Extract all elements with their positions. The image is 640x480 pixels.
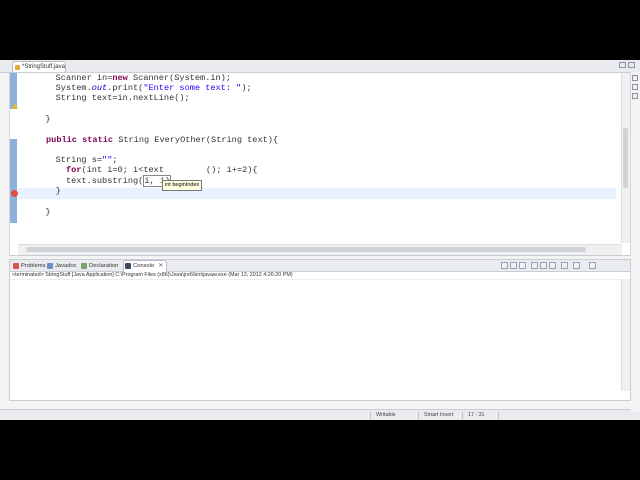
code-text: } [35,114,51,124]
status-bar: Writable Smart Insert 17 : 31 [0,409,640,420]
scroll-lock-icon[interactable] [540,262,547,269]
tab-console[interactable]: Console ✕ [123,260,168,272]
console-scrollbar[interactable] [621,279,630,391]
pin-console-icon[interactable] [549,262,556,269]
java-file-icon [15,65,20,70]
tab-declaration[interactable]: Declaration [80,261,118,271]
code-line: String s=""; [35,155,118,165]
code-text: String s= [35,155,103,165]
terminate-icon[interactable] [501,262,508,269]
keyword: new [112,73,128,83]
editor-tab-strip: *StringStuff.java [0,60,640,73]
scroll-thumb[interactable] [623,128,628,188]
close-icon[interactable]: ✕ [158,263,163,269]
problems-icon [13,263,19,269]
code-line: } [35,114,50,124]
separator [370,412,371,419]
code-line: Scanner in=new Scanner(System.in); [35,73,231,83]
status-insert-mode: Smart Insert [424,412,454,418]
code-text: String text=in.nextLine(); [35,93,190,103]
tab-label: Console [133,263,155,269]
code-text: ); [241,83,252,93]
tab-label: Javadoc [55,263,77,269]
code-area[interactable]: Scanner in=new Scanner(System.in); Syste… [10,73,610,243]
code-text: Scanner(System.in); [127,73,231,83]
task-list-icon[interactable] [632,84,638,90]
code-text: } [35,186,61,196]
code-text: text.substring( [35,176,144,186]
code-text: ; [112,155,118,165]
outline-icon[interactable] [632,75,638,81]
code-text: String EveryOther(String text){ [113,135,279,145]
clear-console-icon[interactable] [531,262,538,269]
status-cursor-position: 17 : 31 [468,412,485,418]
static-field: out [91,83,108,93]
code-text: .print( [107,83,144,93]
declaration-icon [81,263,87,269]
console-icon [125,263,131,269]
remove-launch-icon[interactable] [510,262,517,269]
separator [418,412,419,419]
code-text: (); i+=2){ [206,165,258,175]
separator [462,412,463,419]
maximize-icon[interactable] [628,62,635,68]
editor-tab-stringstuff[interactable]: *StringStuff.java [12,61,66,72]
code-line: text.substring(i, i) [35,175,172,187]
code-text: (int i=0; i<text [81,165,164,175]
code-line: String text=in.nextLine(); [35,93,190,103]
open-console-icon[interactable] [573,262,580,269]
hierarchy-icon[interactable] [632,93,638,99]
string-literal: "Enter some text: " [143,83,242,93]
code-text: Scanner in= [35,73,113,83]
minimize-icon[interactable] [619,62,626,68]
editor-tab-label: *StringStuff.java [22,64,65,70]
code-line: } [35,186,61,196]
code-line: for(int i=0; i<text (); i+=2){ [66,165,258,175]
console-output[interactable] [10,279,630,390]
string-literal: "" [102,155,113,165]
code-editor[interactable]: Scanner in=new Scanner(System.in); Syste… [9,73,631,256]
code-text: } [35,207,51,217]
editor-vertical-scrollbar[interactable] [621,73,630,243]
keyword: public static [46,135,114,145]
code-text: System. [35,83,92,93]
console-panel: Problems Javadoc Declaration Console ✕ <t… [9,259,631,401]
tab-javadoc[interactable]: Javadoc [46,261,77,271]
tab-problems[interactable]: Problems [12,261,45,271]
code-line: public static String EveryOther(String t… [46,135,278,145]
status-writable: Writable [376,412,396,418]
right-trim-bar [631,72,640,412]
editor-horizontal-scrollbar[interactable] [18,244,622,255]
display-console-icon[interactable] [561,262,568,269]
keyword: for [66,165,82,175]
panel-tab-strip: Problems Javadoc Declaration Console ✕ [10,260,630,272]
code-line: } [35,207,50,217]
parameter-hint-tooltip: int beginIndex [162,180,203,191]
code-line: System.out.print("Enter some text: "); [35,83,252,93]
tab-label: Problems [21,263,46,269]
scroll-thumb[interactable] [26,247,586,252]
remove-all-icon[interactable] [519,262,526,269]
view-menu-icon[interactable] [589,262,596,269]
javadoc-icon [47,263,53,269]
console-process-label: <terminated> StringStuff [Java Applicati… [12,272,293,278]
separator [498,412,499,419]
eclipse-window: *StringStuff.java Scanner in=new Scanner… [0,60,640,420]
tab-label: Declaration [89,263,119,269]
